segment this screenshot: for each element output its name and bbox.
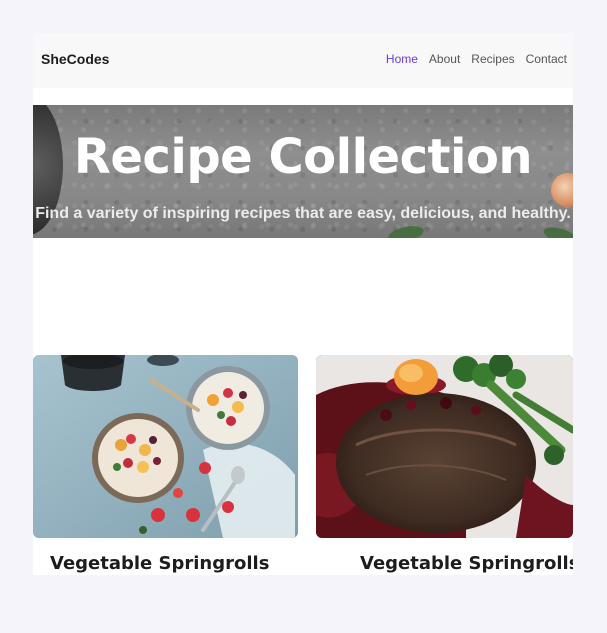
navbar: SheCodes Home About Recipes Contact <box>33 33 573 88</box>
nav-links: Home About Recipes Contact <box>386 52 567 66</box>
page-frame: SheCodes Home About Recipes Contact Reci… <box>33 33 573 575</box>
hero-banner: Recipe Collection Find a variety of insp… <box>33 105 573 238</box>
nav-link-recipes[interactable]: Recipes <box>471 52 514 66</box>
brand-logo[interactable]: SheCodes <box>41 51 109 67</box>
hero-title: Recipe Collection <box>73 129 533 185</box>
recipe-card-title[interactable]: Vegetable Springrolls <box>50 553 269 574</box>
nav-link-home[interactable]: Home <box>386 52 418 66</box>
recipe-card-image[interactable] <box>316 355 573 538</box>
nav-link-contact[interactable]: Contact <box>526 52 567 66</box>
hero-subtitle: Find a variety of inspiring recipes that… <box>35 205 571 222</box>
steak-dinner-photo <box>316 355 573 538</box>
breakfast-bowls-photo <box>33 355 298 538</box>
recipe-card-title[interactable]: Vegetable Springrolls <box>360 553 573 574</box>
recipe-card-image[interactable] <box>33 355 298 538</box>
nav-link-about[interactable]: About <box>429 52 460 66</box>
